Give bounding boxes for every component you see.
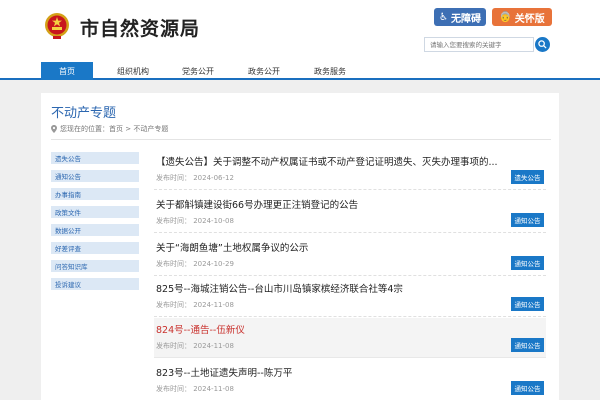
list-item-date: 发布时间： 2024-10-29 <box>156 260 234 268</box>
sidebar-item-policy-documents[interactable]: 政策文件 <box>51 206 139 218</box>
list-item-title[interactable]: 825号--海城注销公告--台山市川岛镇家槟经济联合社等4宗 <box>156 281 506 295</box>
list-item-title[interactable]: 关于“海朗鱼塘”土地权属争议的公示 <box>156 240 506 254</box>
site-header: 市自然资源局 ♿ 无障碍 👵 关怀版 <box>0 0 600 62</box>
list-item[interactable]: 【遗失公告】关于调整不动产权属证书或不动产登记证明遗失、灭失办理事项的... 发… <box>154 150 546 190</box>
list-item-tag[interactable]: 通知公告 <box>511 297 544 311</box>
list-item-tag[interactable]: 通知公告 <box>511 338 544 352</box>
list-item-tag[interactable]: 通知公告 <box>511 256 544 270</box>
list-item-title[interactable]: 823号--土地证遗失声明--陈万平 <box>156 365 506 379</box>
list-item-tag[interactable]: 通知公告 <box>511 213 544 227</box>
sidebar-item-notices[interactable]: 通知公告 <box>51 170 139 182</box>
national-emblem-icon <box>45 13 69 39</box>
breadcrumb-text: 您现在的位置：首页 > 不动产专题 <box>60 125 169 133</box>
list-item[interactable]: 823号--土地证遗失声明--陈万平 发布时间： 2024-11-08 通知公告 <box>154 361 546 400</box>
sidebar-item-guide[interactable]: 办事指南 <box>51 188 139 200</box>
sidebar-item-faq[interactable]: 问答知识库 <box>51 260 139 272</box>
sidebar-item-lost-notice[interactable]: 遗失公告 <box>51 152 139 164</box>
list-item-date: 发布时间： 2024-11-08 <box>156 385 234 393</box>
care-mode-label: 关怀版 <box>514 13 545 25</box>
nav-item-government-services[interactable]: 政务服务 <box>304 62 356 80</box>
list-item-tag[interactable]: 通知公告 <box>511 381 544 395</box>
list-item-tag[interactable]: 遗失公告 <box>511 170 544 184</box>
sidebar-item-complaints[interactable]: 投诉建议 <box>51 278 139 290</box>
nav-item-government-affairs[interactable]: 政务公开 <box>238 62 290 80</box>
list-item[interactable]: 关于都斛镇建设街66号办理更正注销登记的公告 发布时间： 2024-10-08 … <box>154 193 546 233</box>
accessibility-label: 无障碍 <box>450 13 481 25</box>
care-mode-button[interactable]: 👵 关怀版 <box>492 8 552 26</box>
list-item-title[interactable]: 824号--通告--伍新仪 <box>156 322 506 336</box>
content-panel: 不动产专题 您现在的位置：首页 > 不动产专题 遗失公告 通知公告 办事指南 政… <box>41 93 559 400</box>
search-button[interactable] <box>535 37 550 52</box>
search-input[interactable] <box>424 37 534 52</box>
list-item[interactable]: 825号--海城注销公告--台山市川岛镇家槟经济联合社等4宗 发布时间： 202… <box>154 277 546 317</box>
elder-care-icon: 👵 <box>499 11 512 23</box>
accessibility-button[interactable]: ♿ 无障碍 <box>434 8 486 26</box>
main-nav: 首页 组织机构 党务公开 政务公开 政务服务 <box>0 62 600 80</box>
sidebar-item-rating[interactable]: 好差评查 <box>51 242 139 254</box>
nav-item-party-affairs[interactable]: 党务公开 <box>172 62 224 80</box>
list-item-date: 发布时间： 2024-10-08 <box>156 217 234 225</box>
list-item-date: 发布时间： 2024-11-08 <box>156 342 234 350</box>
page-title: 不动产专题 <box>51 106 117 121</box>
list-item-title[interactable]: 【遗失公告】关于调整不动产权属证书或不动产登记证明遗失、灭失办理事项的... <box>156 154 506 168</box>
list-item-date: 发布时间： 2024-06-12 <box>156 174 234 182</box>
site-title: 市自然资源局 <box>80 18 201 40</box>
list-item[interactable]: 关于“海朗鱼塘”土地权属争议的公示 发布时间： 2024-10-29 通知公告 <box>154 236 546 276</box>
nav-item-home[interactable]: 首页 <box>41 62 93 80</box>
accessibility-icon: ♿ <box>439 11 448 23</box>
search-icon <box>538 40 547 49</box>
breadcrumb: 您现在的位置：首页 > 不动产专题 <box>51 124 168 134</box>
location-pin-icon <box>51 125 57 133</box>
divider <box>51 139 551 140</box>
nav-item-organization[interactable]: 组织机构 <box>107 62 159 80</box>
list-item[interactable]: 824号--通告--伍新仪 发布时间： 2024-11-08 通知公告 <box>154 318 546 358</box>
sidebar-item-data-disclosure[interactable]: 数据公开 <box>51 224 139 236</box>
list-item-date: 发布时间： 2024-11-08 <box>156 301 234 309</box>
list-item-title[interactable]: 关于都斛镇建设街66号办理更正注销登记的公告 <box>156 197 506 211</box>
